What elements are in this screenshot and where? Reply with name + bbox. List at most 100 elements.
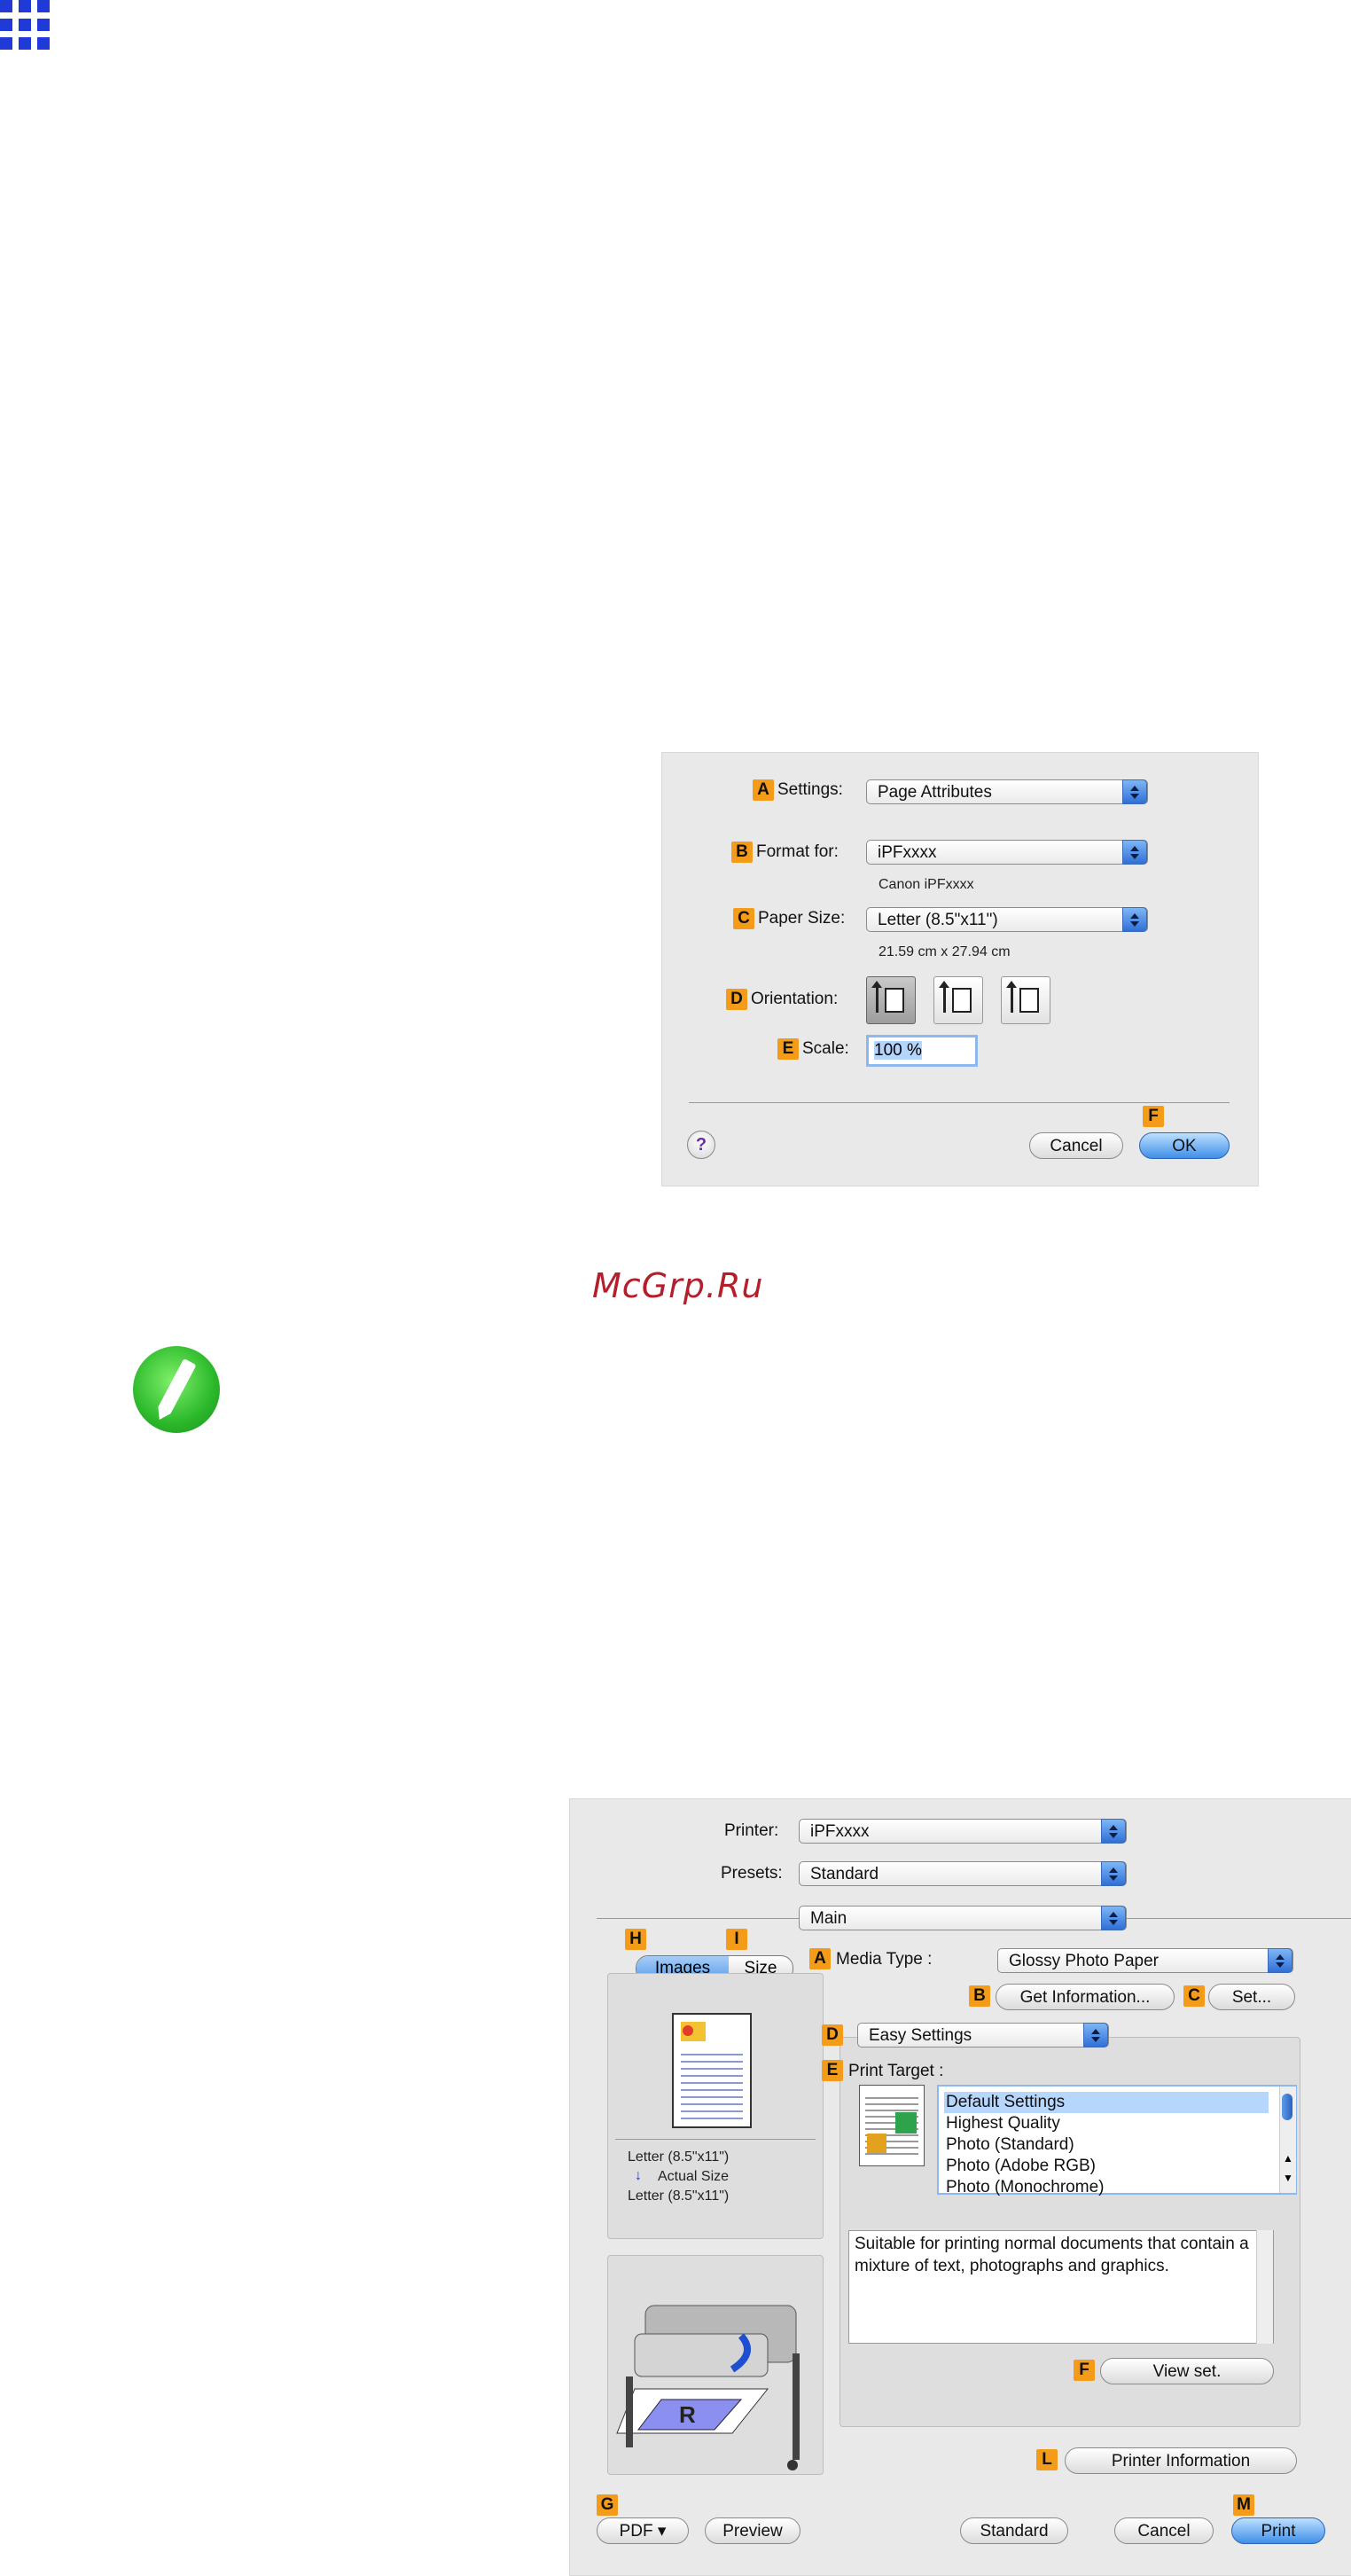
up-arrow-icon <box>871 981 882 1013</box>
preview-panel: Letter (8.5"x11") ↓ Actual Size Letter (… <box>607 1973 824 2239</box>
print-target-thumbnail-icon <box>859 2085 925 2166</box>
scroll-thumb[interactable] <box>1282 2094 1292 2120</box>
paper-size-value: Letter (8.5"x11") <box>878 911 998 929</box>
printer-illustration-panel: R <box>607 2255 824 2475</box>
callout-a: A <box>809 1948 831 1969</box>
popup-arrows-icon <box>1101 1861 1126 1886</box>
popup-arrows-icon <box>1101 1819 1126 1844</box>
orientation-landscape-button[interactable] <box>933 976 983 1024</box>
easy-settings-value: Easy Settings <box>869 2026 972 2045</box>
callout-g: G <box>597 2494 618 2516</box>
get-information-button[interactable]: Get Information... <box>996 1984 1175 2010</box>
list-item[interactable]: Photo (Standard) <box>944 2134 1269 2156</box>
settings-popup[interactable]: Page Attributes <box>866 779 1148 804</box>
size-from: Letter (8.5"x11") <box>628 2149 730 2165</box>
list-item[interactable]: Photo (Monochrome) <box>944 2177 1269 2198</box>
list-item[interactable]: Highest Quality <box>944 2113 1269 2134</box>
callout-f: F <box>1143 1106 1164 1127</box>
popup-arrows-icon <box>1122 779 1147 804</box>
view-set-button[interactable]: View set. <box>1100 2358 1274 2384</box>
callout-c: C <box>733 908 754 929</box>
format-popup[interactable]: iPFxxxx <box>866 840 1148 865</box>
paper-size-popup[interactable]: Letter (8.5"x11") <box>866 907 1148 932</box>
note-pencil-icon <box>133 1346 220 1433</box>
orientation-reverse-landscape-button[interactable] <box>1001 976 1050 1024</box>
help-button[interactable]: ? <box>687 1131 715 1159</box>
print-button[interactable]: Print <box>1231 2517 1325 2544</box>
ok-button[interactable]: OK <box>1139 1132 1230 1159</box>
divider <box>689 1102 1230 1103</box>
paper-size-label: Paper Size: <box>758 909 846 928</box>
callout-f: F <box>1074 2360 1095 2381</box>
standard-button[interactable]: Standard <box>960 2517 1068 2544</box>
down-arrow-icon: ↓ <box>635 2168 642 2183</box>
printer-information-button[interactable]: Printer Information <box>1065 2447 1297 2474</box>
format-value: iPFxxxx <box>878 843 937 862</box>
printer-label: Printer: <box>724 1821 779 1840</box>
description-text: Suitable for printing normal documents t… <box>848 2230 1274 2344</box>
divider <box>615 2139 816 2140</box>
description-scrollbar[interactable] <box>1256 2230 1273 2344</box>
popup-arrows-icon <box>1122 840 1147 865</box>
cancel-button[interactable]: Cancel <box>1114 2517 1214 2544</box>
presets-value: Standard <box>810 1865 879 1883</box>
easy-settings-popup[interactable]: Easy Settings <box>857 2023 1109 2047</box>
callout-h: H <box>625 1929 646 1950</box>
set-button[interactable]: Set... <box>1208 1984 1295 2010</box>
up-arrow-icon <box>939 981 949 1013</box>
popup-arrows-icon <box>1122 907 1147 932</box>
orientation-portrait-button[interactable] <box>866 976 916 1024</box>
callout-d: D <box>822 2024 843 2046</box>
settings-value: Page Attributes <box>878 783 992 802</box>
format-sub: Canon iPFxxxx <box>879 877 974 892</box>
scroll-down-icon[interactable]: ▼ <box>1283 2172 1293 2184</box>
presets-popup[interactable]: Standard <box>799 1861 1127 1886</box>
scale-value: 100 % <box>874 1041 922 1060</box>
up-arrow-icon <box>1006 981 1017 1013</box>
callout-m: M <box>1233 2494 1254 2516</box>
svg-text:R: R <box>679 2401 696 2428</box>
media-type-popup[interactable]: Glossy Photo Paper <box>997 1948 1293 1973</box>
pdf-button[interactable]: PDF ▾ <box>597 2517 689 2544</box>
popup-arrows-icon <box>1083 2023 1108 2047</box>
callout-b: B <box>969 1985 990 2007</box>
list-scrollbar[interactable]: ▲ ▼ <box>1279 2087 1296 2193</box>
callout-e: E <box>777 1038 799 1060</box>
callout-b: B <box>731 842 753 863</box>
paper-size-sub: 21.59 cm x 27.94 cm <box>879 944 1011 959</box>
scale-input[interactable]: 100 % <box>866 1035 978 1067</box>
grid-menu-icon <box>0 0 53 59</box>
landscape-page-icon <box>952 988 972 1013</box>
list-item[interactable]: Photo (Adobe RGB) <box>944 2156 1269 2177</box>
watermark-text: McGrp.Ru <box>592 1266 764 1305</box>
callout-c: C <box>1183 1985 1205 2007</box>
format-label: Format for: <box>756 842 839 861</box>
settings-label: Settings: <box>777 780 843 799</box>
panel-popup[interactable]: Main <box>799 1906 1127 1930</box>
orientation-label: Orientation: <box>751 990 839 1008</box>
popup-arrows-icon <box>1268 1948 1292 1973</box>
reverse-landscape-page-icon <box>1019 988 1039 1013</box>
list-item[interactable]: Default Settings <box>944 2092 1269 2113</box>
scale-label: Scale: <box>802 1039 849 1058</box>
preview-button[interactable]: Preview <box>705 2517 800 2544</box>
callout-e: E <box>822 2060 843 2081</box>
print-target-list[interactable]: Default Settings Highest Quality Photo (… <box>937 2085 1297 2198</box>
printer-illustration-icon: R <box>616 2305 800 2470</box>
callout-d: D <box>726 989 747 1010</box>
page-thumbnail-icon <box>672 2013 752 2128</box>
actual-size-label: Actual Size <box>658 2169 730 2184</box>
scroll-up-icon[interactable]: ▲ <box>1283 2152 1293 2165</box>
portrait-page-icon <box>885 988 904 1013</box>
page-setup-dialog: A Settings: Page Attributes B Format for… <box>661 752 1259 1186</box>
popup-arrows-icon <box>1101 1906 1126 1930</box>
print-dialog: Printer: iPFxxxx Presets: Standard Main … <box>569 1798 1351 2576</box>
callout-l: L <box>1036 2449 1058 2470</box>
media-type-value: Glossy Photo Paper <box>1009 1952 1159 1970</box>
callout-a: A <box>753 779 774 801</box>
cancel-button[interactable]: Cancel <box>1029 1132 1123 1159</box>
printer-popup[interactable]: iPFxxxx <box>799 1819 1127 1844</box>
description-content: Suitable for printing normal documents t… <box>855 2235 1249 2275</box>
callout-i: I <box>726 1929 747 1950</box>
presets-label: Presets: <box>721 1864 783 1883</box>
